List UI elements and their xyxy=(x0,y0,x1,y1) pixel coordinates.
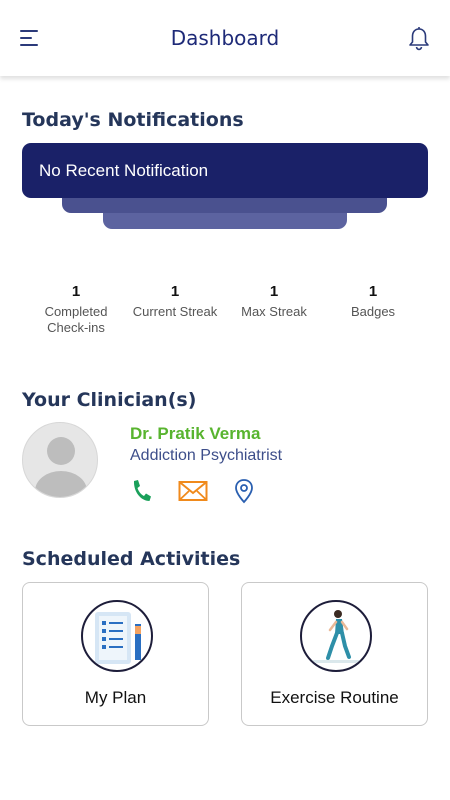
clinician-role: Addiction Psychiatrist xyxy=(130,447,283,464)
stat-value: 1 xyxy=(368,283,378,300)
activity-card-label: Exercise Routine xyxy=(270,688,399,707)
clinician-name[interactable]: Dr. Pratik Verma xyxy=(130,424,260,444)
stat-label: Max Streak xyxy=(241,304,307,319)
stat-current-streak: 1 Current Streak xyxy=(125,283,225,320)
notification-message: No Recent Notification xyxy=(39,161,209,180)
email-icon[interactable] xyxy=(178,478,208,504)
checklist-clipboard-icon xyxy=(81,600,153,672)
activity-card-exercise-routine[interactable]: Exercise Routine xyxy=(241,582,428,726)
activity-card-my-plan[interactable]: My Plan xyxy=(22,582,209,726)
notifications-section-title: Today's Notifications xyxy=(22,109,244,131)
app-header: Dashboard xyxy=(0,0,450,76)
clinician-section-title: Your Clinician(s) xyxy=(22,389,197,411)
stat-badges: 1 Badges xyxy=(323,283,423,320)
running-person-icon xyxy=(300,600,372,672)
location-pin-icon[interactable] xyxy=(233,478,255,504)
stat-label: Completed Check-ins xyxy=(44,304,108,335)
notification-card[interactable]: No Recent Notification xyxy=(22,143,428,198)
phone-icon[interactable] xyxy=(130,478,152,504)
avatar-placeholder-icon[interactable] xyxy=(22,422,98,498)
stat-value: 1 xyxy=(269,283,279,300)
activities-section-title: Scheduled Activities xyxy=(22,548,241,570)
stat-value: 1 xyxy=(71,283,81,300)
bell-icon[interactable] xyxy=(406,26,432,52)
activity-card-label: My Plan xyxy=(84,688,147,707)
stat-max-streak: 1 Max Streak xyxy=(224,283,324,320)
stat-completed-checkins: 1 Completed Check-ins xyxy=(26,283,126,336)
page-title: Dashboard xyxy=(170,26,280,50)
stat-label: Badges xyxy=(350,304,396,319)
stat-label: Current Streak xyxy=(132,304,218,319)
stat-value: 1 xyxy=(170,283,180,300)
